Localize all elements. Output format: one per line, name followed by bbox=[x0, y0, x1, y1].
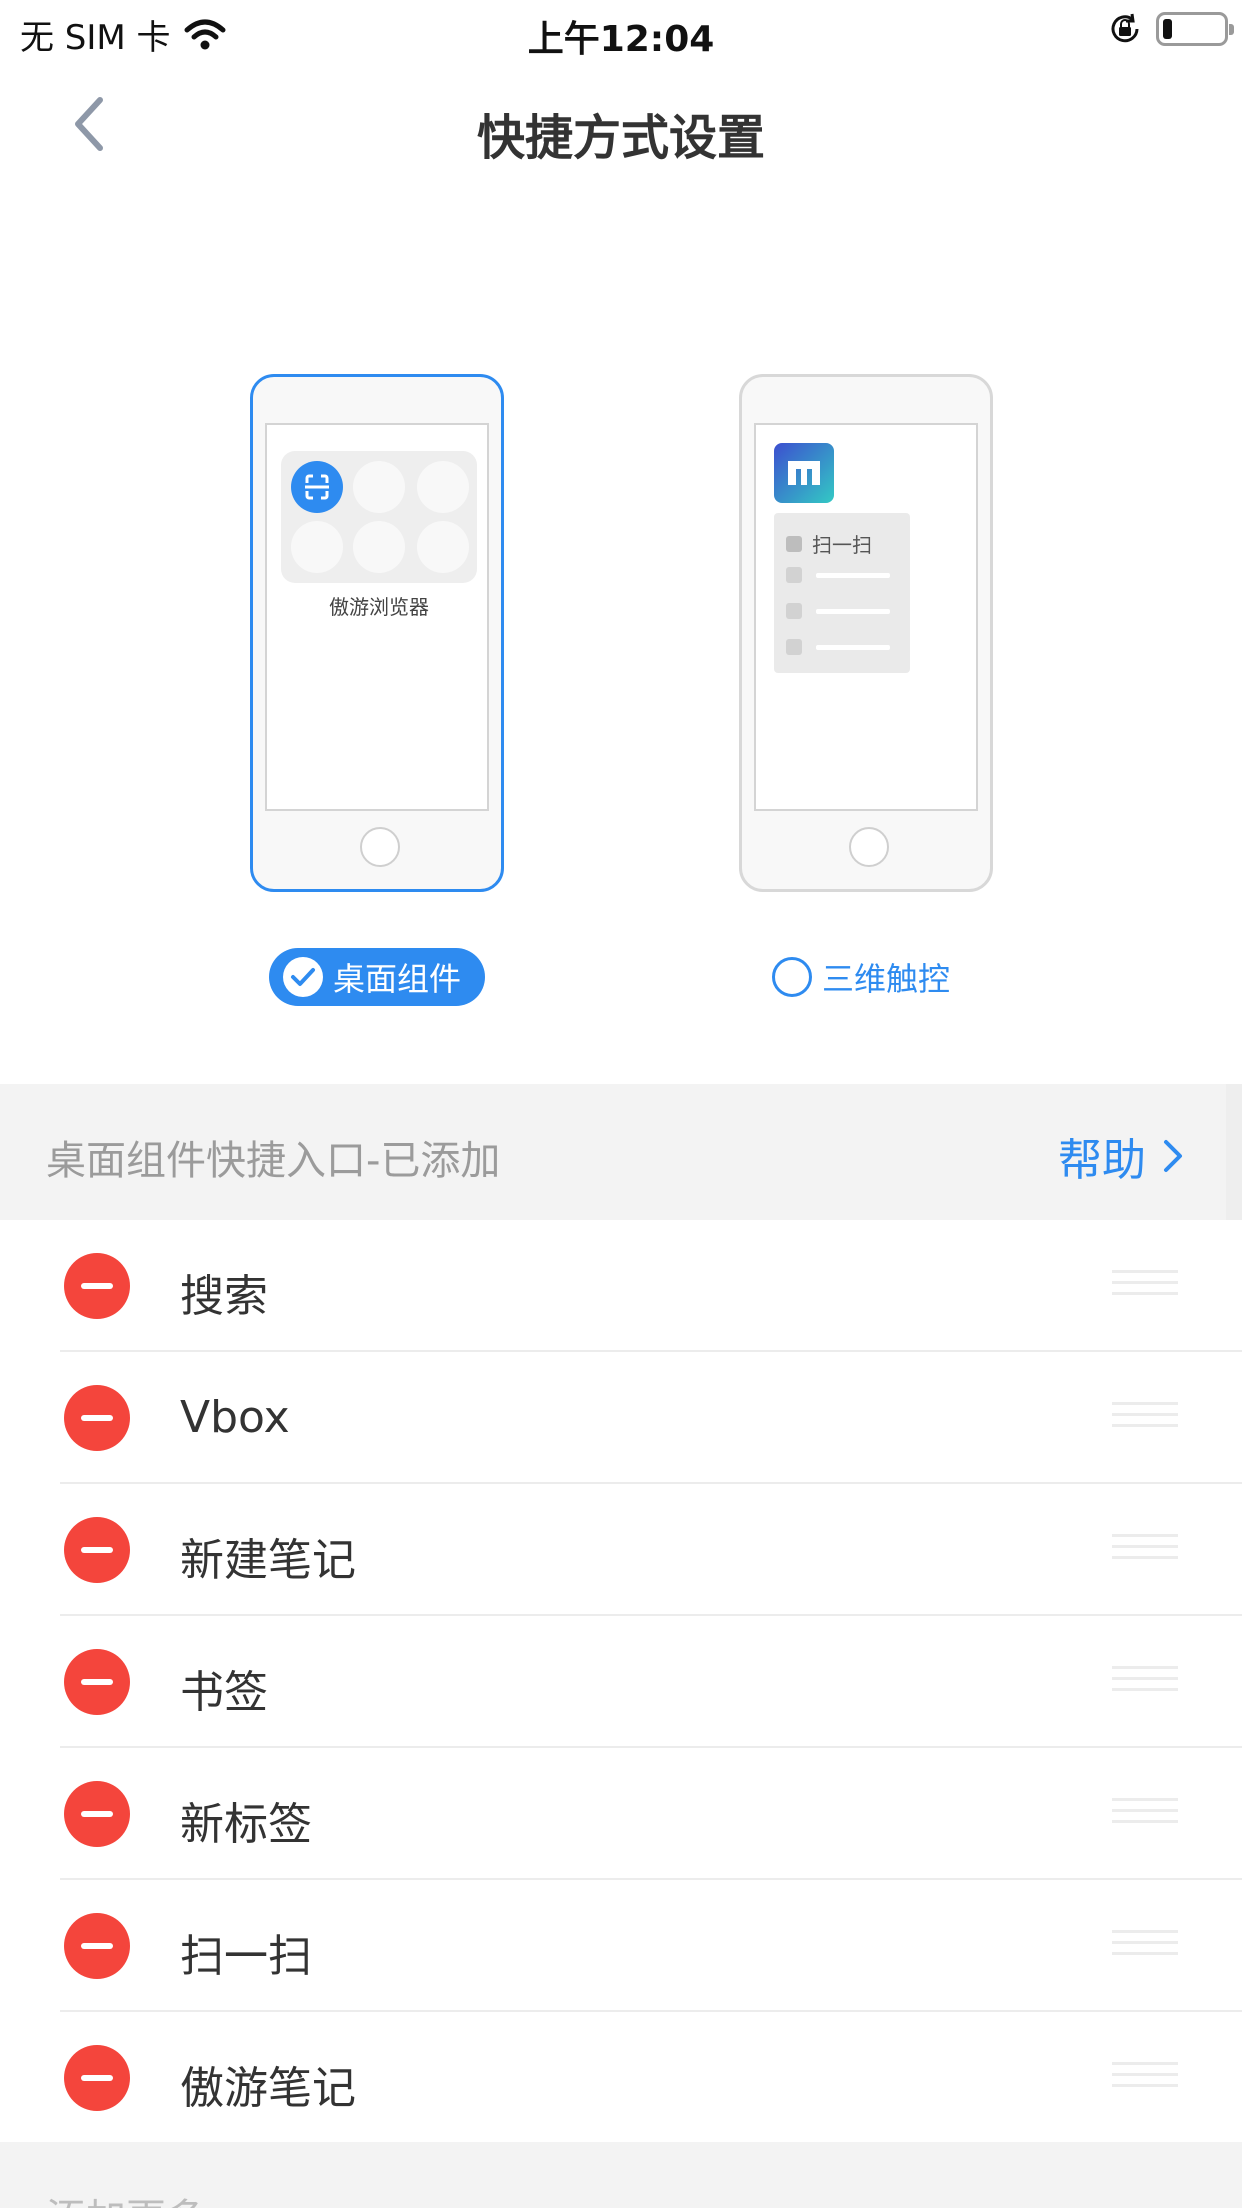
list-item[interactable]: 新标签 bbox=[0, 1748, 1242, 1880]
widget-slot bbox=[417, 521, 469, 573]
chevron-right-icon bbox=[1164, 1140, 1182, 1172]
status-right bbox=[1108, 12, 1234, 46]
list-item[interactable]: 新建笔记 bbox=[0, 1484, 1242, 1616]
delete-icon[interactable] bbox=[64, 1913, 130, 1979]
touch-menu-item-label: 扫一扫 bbox=[812, 533, 872, 557]
list-item-label: 傲游笔记 bbox=[180, 2063, 356, 2114]
mode-option-label: 桌面组件 bbox=[333, 960, 462, 998]
widget-app-label: 傲游浏览器 bbox=[329, 595, 429, 619]
home-button-icon bbox=[849, 827, 889, 867]
battery-fill bbox=[1163, 19, 1172, 39]
drag-handle-icon[interactable] bbox=[1112, 1270, 1178, 1304]
mode-option-widget[interactable]: 桌面组件 bbox=[269, 948, 485, 1006]
mode-option-touch[interactable]: 三维触控 bbox=[772, 948, 972, 1006]
drag-handle-icon[interactable] bbox=[1112, 1666, 1178, 1700]
scroll-indicator bbox=[1226, 1084, 1242, 1220]
touch-menu-preview: 扫一扫 bbox=[774, 513, 910, 673]
delete-icon[interactable] bbox=[64, 1517, 130, 1583]
add-more-title: 添加更多 bbox=[46, 2186, 206, 2208]
list-item[interactable]: Vbox bbox=[0, 1352, 1242, 1484]
list-item[interactable]: 傲游笔记 bbox=[0, 2012, 1242, 2144]
section-title: 桌面组件快捷入口-已添加 bbox=[46, 1138, 501, 1184]
drag-handle-icon[interactable] bbox=[1112, 1798, 1178, 1832]
mode-option-label: 三维触控 bbox=[822, 960, 951, 998]
add-more-section-header: 添加更多 bbox=[0, 2142, 1242, 2208]
drag-handle-icon[interactable] bbox=[1112, 1930, 1178, 1964]
battery-icon bbox=[1156, 12, 1234, 46]
delete-icon[interactable] bbox=[64, 1385, 130, 1451]
section-header: 桌面组件快捷入口-已添加 帮助 bbox=[0, 1084, 1226, 1220]
drag-handle-icon[interactable] bbox=[1112, 1534, 1178, 1568]
scan-icon bbox=[291, 461, 343, 513]
menu-item-icon bbox=[786, 639, 802, 655]
radio-icon bbox=[772, 957, 812, 997]
list-item[interactable]: 书签 bbox=[0, 1616, 1242, 1748]
widget-slot bbox=[417, 461, 469, 513]
widget-slot bbox=[353, 521, 405, 573]
help-link[interactable]: 帮助 bbox=[1058, 1124, 1186, 1188]
delete-icon[interactable] bbox=[64, 2045, 130, 2111]
list-item-label: 搜索 bbox=[180, 1271, 268, 1322]
delete-icon[interactable] bbox=[64, 1781, 130, 1847]
home-button-icon bbox=[360, 827, 400, 867]
list-item-label: 扫一扫 bbox=[180, 1931, 312, 1982]
delete-icon[interactable] bbox=[64, 1253, 130, 1319]
widget-slot bbox=[353, 461, 405, 513]
list-item-label: 新标签 bbox=[180, 1799, 312, 1850]
drag-handle-icon[interactable] bbox=[1112, 2062, 1178, 2096]
help-label: 帮助 bbox=[1058, 1135, 1146, 1186]
phone-screen: 扫一扫 bbox=[754, 423, 978, 811]
touch-preview-phone[interactable]: 扫一扫 bbox=[739, 374, 993, 892]
widget-preview bbox=[281, 451, 477, 583]
menu-item-icon bbox=[786, 567, 802, 583]
maxthon-app-icon bbox=[774, 443, 834, 503]
navigation-bar: 快捷方式设置 bbox=[0, 62, 1242, 192]
phone-screen: 傲游浏览器 bbox=[265, 423, 489, 811]
orientation-lock-icon bbox=[1111, 13, 1139, 43]
list-item[interactable]: 扫一扫 bbox=[0, 1880, 1242, 2012]
widget-slot bbox=[291, 521, 343, 573]
list-item-label: 书签 bbox=[180, 1667, 268, 1718]
drag-handle-icon[interactable] bbox=[1112, 1402, 1178, 1436]
menu-item-icon bbox=[786, 535, 802, 552]
page-title: 快捷方式设置 bbox=[476, 110, 765, 166]
list-item[interactable]: 搜索 bbox=[0, 1220, 1242, 1352]
widget-preview-phone[interactable]: 傲游浏览器 bbox=[250, 374, 504, 892]
status-bar: 无 SIM 卡 上午12:04 bbox=[0, 0, 1242, 62]
menu-item-icon bbox=[786, 603, 802, 619]
list-item-label: Vbox bbox=[180, 1392, 290, 1443]
list-item-label: 新建笔记 bbox=[180, 1535, 356, 1586]
checkmark-icon bbox=[283, 957, 323, 997]
status-time: 上午12:04 bbox=[527, 19, 715, 60]
shortcut-list: 搜索 Vbox 新建笔记 书签 新标签 扫一扫 傲游笔记 bbox=[0, 1220, 1242, 2144]
delete-icon[interactable] bbox=[64, 1649, 130, 1715]
